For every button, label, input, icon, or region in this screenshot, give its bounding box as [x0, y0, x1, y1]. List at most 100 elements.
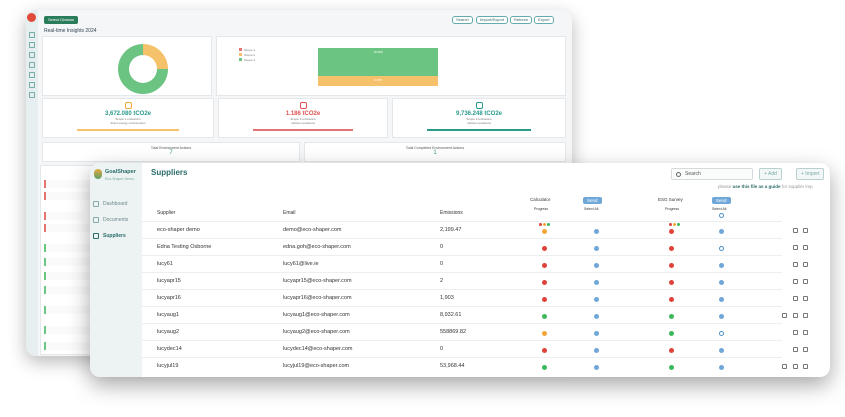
kpi-underline	[252, 129, 354, 131]
chart-icon[interactable]	[29, 42, 35, 48]
calculator-select-dot[interactable]	[594, 246, 599, 251]
add-supplier-button[interactable]: + Add	[759, 168, 782, 180]
survey-select-radio[interactable]	[719, 246, 724, 251]
survey-status-dot	[669, 297, 674, 302]
table-row[interactable]: lucyapr16 lucyapr16@eco-shaper.com 1,903	[142, 289, 808, 306]
table-row[interactable]: lucyaug2 lucyaug2@eco-shaper.com 558869.82	[142, 323, 808, 340]
table-row[interactable]: eco-shaper demo demo@eco-shaper.com 2,199.…	[142, 221, 808, 238]
calculator-select-dot[interactable]	[594, 314, 599, 319]
sidebar-item-suppliers[interactable]: Suppliers	[93, 231, 141, 241]
division-select-button[interactable]: Select Division	[44, 16, 79, 24]
edit-icon[interactable]	[793, 364, 798, 369]
edit-icon[interactable]	[793, 330, 798, 335]
delete-icon[interactable]	[803, 228, 808, 233]
calculator-status-dot	[542, 263, 547, 268]
table-row[interactable]: lucyjul19 lucyjul19@eco-shaper.com 53,968.…	[142, 357, 808, 374]
survey-select-dot[interactable]	[719, 280, 724, 285]
table-row[interactable]: lucy61 lucy61@live.ie 0	[142, 255, 808, 272]
calculator-select-dot[interactable]	[594, 297, 599, 302]
survey-select-all-radio[interactable]	[719, 213, 724, 218]
report-icon[interactable]	[782, 364, 787, 369]
calculator-select-dot[interactable]	[594, 229, 599, 234]
legend-label: Scope 3	[244, 58, 256, 62]
report-icon[interactable]	[782, 313, 787, 318]
sidebar-item-documents[interactable]: Documents	[93, 215, 141, 225]
calculator-select-dot[interactable]	[594, 365, 599, 370]
survey-select-dot[interactable]	[719, 297, 724, 302]
survey-select-dot[interactable]	[719, 263, 724, 268]
survey-select-dot[interactable]	[719, 314, 724, 319]
total-value: 1	[433, 150, 437, 156]
delete-icon[interactable]	[803, 262, 808, 267]
search-input[interactable]: Search	[671, 168, 753, 180]
users-icon[interactable]	[29, 82, 35, 88]
tree-item[interactable]	[44, 212, 84, 220]
kpi-note: indirect emissions	[467, 121, 491, 125]
sidebar-item-dashboard[interactable]: Dashboard	[93, 199, 141, 209]
bar-top-label: 18,358	[373, 50, 383, 54]
document-icon[interactable]	[29, 72, 35, 78]
calculator-select-dot[interactable]	[594, 348, 599, 353]
guide-link[interactable]: use this file as a guide	[733, 184, 781, 189]
edit-icon[interactable]	[793, 245, 798, 250]
sidebar-item-label: Dashboard	[103, 201, 128, 207]
delete-icon[interactable]	[803, 279, 808, 284]
guide-prefix: please	[718, 184, 732, 189]
table-row[interactable]: lucyapr15 lucyapr15@eco-shaper.com 2	[142, 272, 808, 289]
table-row[interactable]: Edna Testing Osborne edna.goh@eco-shaper.…	[142, 238, 808, 255]
survey-send-button[interactable]: Send	[712, 197, 731, 204]
delete-icon[interactable]	[803, 313, 808, 318]
scope-donut-chart	[118, 44, 168, 94]
home-icon[interactable]	[29, 32, 35, 38]
tree-item[interactable]	[44, 306, 94, 314]
import-export-button[interactable]: Import/Export	[476, 16, 509, 24]
sidebar-item-label: Documents	[103, 217, 129, 223]
delete-icon[interactable]	[803, 347, 808, 352]
total-value: 7	[169, 150, 173, 156]
supplier-emissions: 2	[440, 278, 444, 284]
delete-icon[interactable]	[803, 364, 808, 369]
supplier-name: lucyapr15	[157, 278, 181, 284]
edit-icon[interactable]	[793, 313, 798, 318]
edit-icon[interactable]	[793, 279, 798, 284]
survey-select-dot[interactable]	[719, 229, 724, 234]
export-button[interactable]: Export	[534, 16, 554, 24]
edit-icon[interactable]	[793, 347, 798, 352]
globe-icon[interactable]	[29, 52, 35, 58]
delete-icon[interactable]	[803, 330, 808, 335]
edit-icon[interactable]	[793, 296, 798, 301]
survey-select-radio[interactable]	[719, 331, 724, 336]
refresh-button[interactable]: Refresh	[510, 16, 533, 24]
calculator-select-dot[interactable]	[594, 331, 599, 336]
calculator-select-dot[interactable]	[594, 263, 599, 268]
edit-icon[interactable]	[793, 262, 798, 267]
kpi-note: indirect emissions	[291, 121, 315, 125]
survey-status-dot	[669, 246, 674, 251]
survey-select-all[interactable]: Select All	[712, 207, 726, 211]
settings-icon[interactable]	[29, 92, 35, 98]
tree-item[interactable]	[44, 180, 94, 188]
survey-progress-legend	[669, 213, 681, 226]
screenshot-stage: Select Division Search Import/Export Ref…	[0, 0, 845, 417]
calculator-status-dot	[542, 229, 547, 234]
survey-select-dot[interactable]	[719, 365, 724, 370]
calculator-status-dot	[542, 246, 547, 251]
kpi-scope2: 1.186 tCO2e Scope 2 emissions indirect e…	[218, 98, 388, 138]
calculator-select-dot[interactable]	[594, 280, 599, 285]
table-row[interactable]: lucydec14 lucydec14@eco-shaper.com 0	[142, 340, 808, 357]
import-guide-text: please use this file as a guide for supp…	[718, 184, 813, 189]
survey-select-dot[interactable]	[719, 348, 724, 353]
supplier-emissions: 0	[440, 346, 444, 352]
legend-swatch	[239, 48, 242, 51]
delete-icon[interactable]	[803, 296, 808, 301]
import-suppliers-button[interactable]: + Import	[796, 168, 825, 180]
edit-icon[interactable]	[793, 228, 798, 233]
table-row[interactable]: lucyaug1 lucyaug1@eco-shaper.com 8,932.61	[142, 306, 808, 323]
dashboard-search-button[interactable]: Search	[452, 16, 473, 24]
list-icon[interactable]	[29, 62, 35, 68]
search-placeholder: Search	[685, 171, 701, 177]
calculator-send-button[interactable]: Send	[583, 197, 602, 204]
calculator-status-dot	[542, 348, 547, 353]
calculator-select-all[interactable]: Select All	[584, 207, 598, 211]
delete-icon[interactable]	[803, 245, 808, 250]
